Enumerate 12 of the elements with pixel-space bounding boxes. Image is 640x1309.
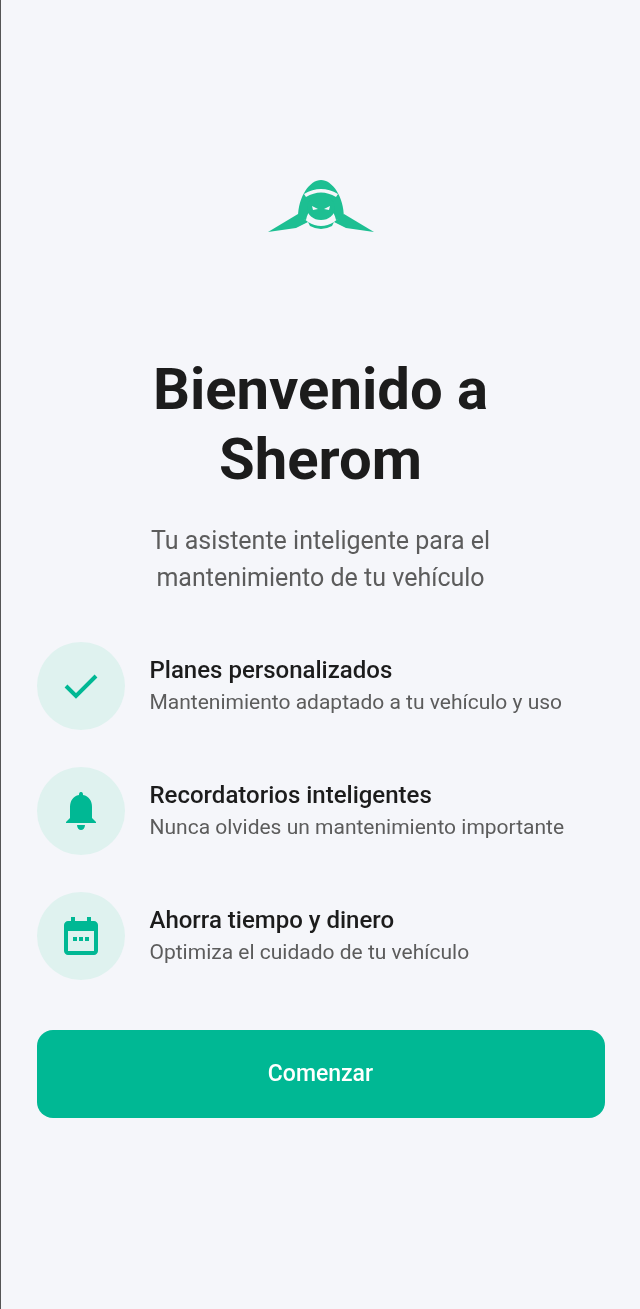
feature-title: Ahorra tiempo y dinero [149, 905, 396, 936]
feature-description: Nunca olvides un mantenimiento importante [149, 814, 565, 841]
subtitle: Tu asistente inteligente para el mantenimiento de tu vehículo [149, 525, 492, 594]
bell-icon [64, 792, 97, 830]
welcome-title: Bienvenido a Sherom [151, 354, 490, 494]
feature-title: Recordatorios inteligentes [149, 780, 433, 811]
checkmark-icon [63, 673, 98, 699]
feature-description: Mantenimiento adaptado a tu vehículo y uso [149, 689, 563, 716]
start-button[interactable]: Comenzar [36, 1030, 605, 1118]
feature-title: Planes personalizados [149, 655, 394, 686]
feature-description: Optimiza el cuidado de tu vehículo [149, 939, 470, 966]
calendar-icon [63, 917, 98, 955]
